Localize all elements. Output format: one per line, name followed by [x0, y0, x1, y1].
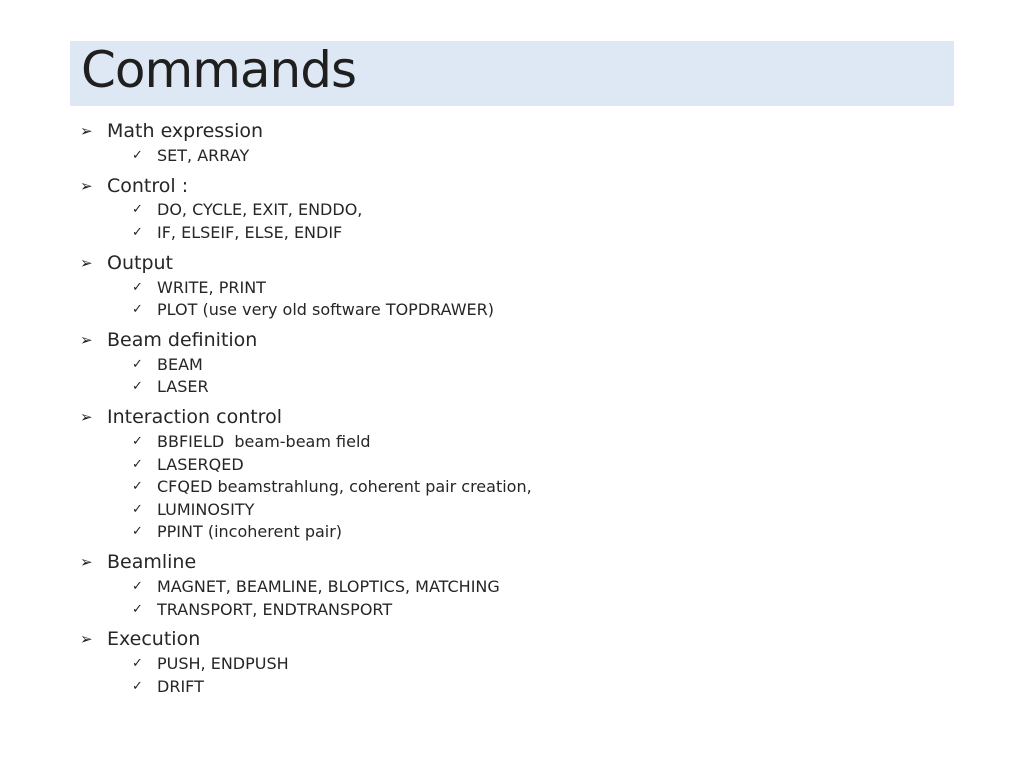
- check-bullet-icon: ✓: [132, 379, 143, 395]
- list-item: ✓ PPINT (incoherent pair): [80, 521, 532, 544]
- arrow-bullet-icon: ➢: [80, 630, 93, 649]
- section: ➢ Output ✓ WRITE, PRINT ✓ PLOT (use very old …: [80, 250, 532, 321]
- list-item-text: MAGNET, BEAMLINE, BLOPTICS, MATCHING: [157, 576, 500, 596]
- list-item: ✓ PUSH, ENDPUSH: [80, 652, 532, 675]
- list-item-text: TRANSPORT, ENDTRANSPORT: [157, 599, 393, 619]
- list-item-text: IF, ELSEIF, ELSE, ENDIF: [157, 222, 343, 242]
- command-list: ➢ Math expression ✓ SET, ARRAY ➢ Control : ✓ DO…: [80, 118, 532, 704]
- section-heading: ➢ Output: [80, 250, 532, 276]
- check-bullet-icon: ✓: [132, 678, 143, 694]
- page-title: Commands: [81, 41, 357, 99]
- section-heading: ➢ Control :: [80, 173, 532, 199]
- list-item: ✓ DRIFT: [80, 675, 532, 698]
- list-item: ✓ SET, ARRAY: [80, 144, 532, 167]
- section-heading: ➢ Beam definition: [80, 327, 532, 353]
- arrow-bullet-icon: ➢: [80, 408, 93, 427]
- check-bullet-icon: ✓: [132, 279, 143, 295]
- list-item: ✓ CFQED beamstrahlung, coherent pair crea…: [80, 475, 532, 498]
- check-bullet-icon: ✓: [132, 578, 143, 594]
- list-item-text: LASERQED: [157, 454, 244, 474]
- section-label: Control :: [107, 174, 189, 197]
- list-item-text: SET, ARRAY: [157, 145, 250, 165]
- list-item-text: PLOT (use very old software TOPDRAWER): [157, 300, 494, 320]
- section-heading: ➢ Math expression: [80, 118, 532, 144]
- section: ➢ Execution ✓ PUSH, ENDPUSH ✓ DRIFT: [80, 626, 532, 697]
- list-item: ✓ TRANSPORT, ENDTRANSPORT: [80, 598, 532, 621]
- check-bullet-icon: ✓: [132, 356, 143, 372]
- list-item-text: BEAM: [157, 354, 203, 374]
- list-item: ✓ IF, ELSEIF, ELSE, ENDIF: [80, 221, 532, 244]
- section-label: Output: [107, 251, 173, 274]
- title-bar: Commands: [70, 41, 954, 106]
- arrow-bullet-icon: ➢: [80, 176, 93, 195]
- list-item-text: DO, CYCLE, EXIT, ENDDO,: [157, 200, 363, 220]
- list-item: ✓ LASERQED: [80, 453, 532, 476]
- check-bullet-icon: ✓: [132, 202, 143, 218]
- list-item: ✓ BBFIELD beam-beam field: [80, 430, 532, 453]
- section-label: Beamline: [107, 551, 197, 574]
- check-bullet-icon: ✓: [132, 302, 143, 318]
- section-label: Math expression: [107, 120, 264, 142]
- list-item: ✓ LASER: [80, 376, 532, 399]
- section: ➢ Interaction control ✓ BBFIELD beam-beam f…: [80, 404, 532, 543]
- list-item-text: PUSH, ENDPUSH: [157, 654, 289, 674]
- list-item-text: BBFIELD beam-beam field: [157, 431, 371, 451]
- section: ➢ Math expression ✓ SET, ARRAY: [80, 118, 532, 167]
- check-bullet-icon: ✓: [132, 601, 143, 617]
- check-bullet-icon: ✓: [132, 479, 143, 495]
- list-item: ✓ DO, CYCLE, EXIT, ENDDO,: [80, 199, 532, 222]
- section: ➢ Beam definition ✓ BEAM ✓ LASER: [80, 327, 532, 398]
- section-heading: ➢ Beamline: [80, 549, 532, 575]
- check-bullet-icon: ✓: [132, 524, 143, 540]
- section-label: Interaction control: [107, 406, 282, 429]
- check-bullet-icon: ✓: [132, 147, 143, 163]
- check-bullet-icon: ✓: [132, 456, 143, 472]
- arrow-bullet-icon: ➢: [80, 253, 93, 272]
- section-label: Beam definition: [107, 328, 258, 351]
- list-item-text: LASER: [157, 377, 209, 397]
- section-label: Execution: [107, 628, 201, 651]
- list-item-text: PPINT (incoherent pair): [157, 522, 343, 542]
- section: ➢ Beamline ✓ MAGNET, BEAMLINE, BLOPTICS, MA…: [80, 549, 532, 620]
- list-item-text: LUMINOSITY: [157, 499, 255, 519]
- list-item: ✓ MAGNET, BEAMLINE, BLOPTICS, MATCHING: [80, 575, 532, 598]
- section-heading: ➢ Execution: [80, 626, 532, 652]
- list-item: ✓ BEAM: [80, 353, 532, 376]
- list-item: ✓ LUMINOSITY: [80, 498, 532, 521]
- list-item-text: DRIFT: [157, 676, 204, 696]
- check-bullet-icon: ✓: [132, 433, 143, 449]
- arrow-bullet-icon: ➢: [80, 553, 93, 572]
- list-item-text: CFQED beamstrahlung, coherent pair creat…: [157, 477, 532, 497]
- list-item: ✓ PLOT (use very old software TOPDRAWER): [80, 298, 532, 321]
- list-item: ✓ WRITE, PRINT: [80, 276, 532, 299]
- arrow-bullet-icon: ➢: [80, 330, 93, 349]
- list-item-text: WRITE, PRINT: [157, 277, 266, 297]
- check-bullet-icon: ✓: [132, 501, 143, 517]
- section-heading: ➢ Interaction control: [80, 404, 532, 430]
- check-bullet-icon: ✓: [132, 656, 143, 672]
- check-bullet-icon: ✓: [132, 224, 143, 240]
- section: ➢ Control : ✓ DO, CYCLE, EXIT, ENDDO, ✓ IF, E…: [80, 173, 532, 244]
- arrow-bullet-icon: ➢: [80, 122, 93, 140]
